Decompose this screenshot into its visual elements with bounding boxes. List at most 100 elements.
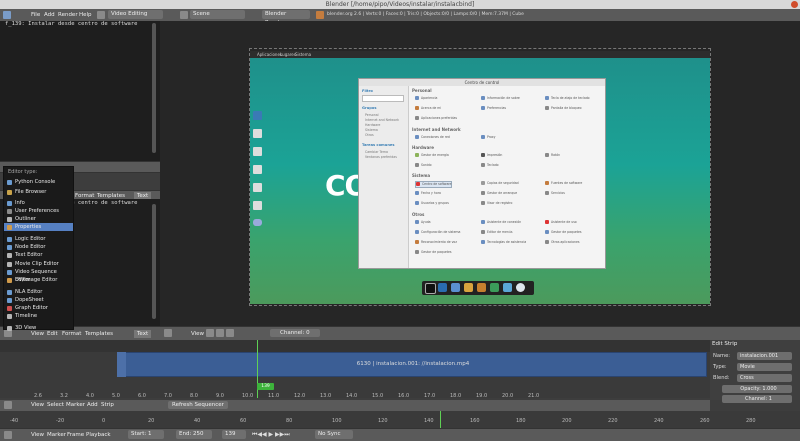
end-frame-field[interactable]: End: 250	[176, 430, 212, 439]
render-engine-select[interactable]: Blender Render	[262, 10, 310, 26]
screen-layout-icon[interactable]	[97, 11, 105, 19]
menu-templates[interactable]: Templates	[85, 330, 113, 338]
group-item[interactable]: Internet and Network	[365, 118, 399, 122]
cc-item[interactable]: Asistente de conexión	[481, 220, 521, 225]
group-item[interactable]: Hardware	[365, 123, 380, 127]
scene-field[interactable]: Scene	[190, 10, 245, 19]
cc-item[interactable]: Pantalla de bloqueo	[545, 106, 582, 111]
menu-add[interactable]: Add	[44, 11, 55, 19]
strip-name-field[interactable]: instalacion.001	[737, 352, 792, 360]
python-console-top[interactable]: f_139: Instalar desde centro de software	[0, 21, 160, 161]
editor-type-icon[interactable]	[164, 329, 172, 337]
cc-item[interactable]: Gestor de energía	[415, 153, 449, 158]
seq-menu-marker[interactable]: Marker	[66, 401, 85, 409]
cc-item[interactable]: Fuentes de software	[545, 181, 582, 186]
editor-type-item-python-console[interactable]: Python Console	[4, 178, 73, 186]
channel-field[interactable]: Channel: 0	[270, 329, 320, 337]
cc-item[interactable]: Reconocimiento de voz	[415, 240, 457, 245]
editor-type-item-graph-editor[interactable]: Graph Editor	[4, 304, 73, 312]
cc-item[interactable]: Ayuda	[415, 220, 431, 225]
cc-item[interactable]: Apariencia	[415, 96, 437, 101]
editor-type-item-outliner[interactable]: Outliner	[4, 215, 73, 223]
editor-type-item-video-sequence-editor[interactable]: Video Sequence Editor	[4, 268, 73, 283]
group-item[interactable]: Otros	[365, 133, 374, 137]
cc-item[interactable]: Impresión	[481, 153, 502, 158]
cc-item[interactable]: Gestor de paquetes	[415, 250, 452, 255]
cc-item[interactable]: Proxy	[481, 135, 495, 140]
cc-item[interactable]: Ratón	[545, 153, 560, 158]
channel-icon[interactable]	[226, 329, 234, 337]
cc-item[interactable]: Gestor de arranque	[481, 191, 517, 196]
scene-icon[interactable]	[180, 11, 188, 19]
start-frame-field[interactable]: Start: 1	[128, 430, 164, 439]
tl-menu-frame[interactable]: Frame	[67, 431, 84, 439]
editor-type-item-nla-editor[interactable]: NLA Editor	[4, 288, 73, 296]
cc-item[interactable]: Acerca de mi	[415, 106, 441, 111]
timeline-area[interactable]	[0, 411, 800, 428]
view-type-icon[interactable]	[206, 329, 214, 337]
editor-type-item-text-editor[interactable]: Text Editor	[4, 251, 73, 259]
close-window-button[interactable]	[791, 1, 798, 8]
tl-menu-view[interactable]: View	[31, 431, 44, 439]
cc-item-selected[interactable]: Centro de software	[415, 181, 453, 188]
menu-view[interactable]: View	[191, 330, 204, 338]
cc-item[interactable]: Tecnologías de asistencia	[481, 240, 526, 245]
editor-type-item-properties[interactable]: Properties	[4, 223, 73, 231]
group-item[interactable]: Sistema	[365, 128, 378, 132]
strip-type-field[interactable]: Movie	[737, 363, 792, 371]
editor-type-item-user-preferences[interactable]: User Preferences	[4, 207, 73, 215]
vertical-scrollbar[interactable]	[152, 204, 156, 319]
cc-item[interactable]: Visor de registro	[481, 201, 512, 206]
cc-item[interactable]: Conexiones de red	[415, 135, 450, 140]
task-item[interactable]: Cambiar Tema	[365, 150, 388, 154]
blend-select[interactable]: Cross	[737, 374, 792, 382]
channel-slider[interactable]: Channel: 1	[722, 395, 792, 403]
refresh-sequencer-button[interactable]: Refresh Sequencer	[168, 401, 228, 409]
cc-item[interactable]: Otras aplicaciones	[545, 240, 580, 245]
cc-item[interactable]: Sonido	[415, 163, 432, 168]
screen-layout-field[interactable]: Video Editing	[108, 10, 163, 19]
editor-type-item-dopesheet[interactable]: DopeSheet	[4, 296, 73, 304]
cc-item[interactable]: Información de sobre	[481, 96, 520, 101]
vertical-scrollbar[interactable]	[152, 23, 156, 153]
editor-type-item-uv-image-editor[interactable]: UV/Image Editor	[4, 276, 73, 284]
text-block-field[interactable]: Text	[134, 330, 152, 338]
sync-select[interactable]: No Sync	[315, 430, 353, 439]
editor-type-item-3d-view[interactable]: 3D View	[4, 324, 73, 332]
cc-item[interactable]: Tecla de atajo de teclado	[545, 96, 590, 101]
opacity-slider[interactable]: Opacity: 1.000	[722, 385, 792, 393]
editor-type-item-node-editor[interactable]: Node Editor	[4, 243, 73, 251]
cc-item[interactable]: Teclado	[481, 163, 499, 168]
seq-menu-add[interactable]: Add	[87, 401, 98, 409]
editor-type-item-file-browser[interactable]: File Browser	[4, 188, 73, 196]
timeline-playhead[interactable]	[440, 411, 441, 428]
cc-item[interactable]: Aplicaciones preferidas	[415, 116, 457, 121]
cc-item[interactable]: Editor de menús	[481, 230, 512, 235]
cc-item[interactable]: Configuración de sistema	[415, 230, 460, 235]
strip-handle[interactable]	[117, 352, 126, 377]
edit-strip-title[interactable]: Edit Strip	[712, 341, 737, 347]
editor-type-icon[interactable]	[4, 401, 12, 409]
cc-item[interactable]: Copias de seguridad	[481, 181, 519, 186]
editor-type-item-info[interactable]: Info	[4, 199, 73, 207]
cc-item[interactable]: Usuarios y grupos	[415, 201, 449, 206]
task-item[interactable]: Ventanas preferidas	[365, 155, 397, 159]
cc-item[interactable]: Gestor de paquetes	[545, 230, 582, 235]
editor-type-item-movie-clip-editor[interactable]: Movie Clip Editor	[4, 260, 73, 268]
seq-menu-strip[interactable]: Strip	[101, 401, 114, 409]
menu-file[interactable]: File	[31, 11, 40, 19]
editor-type-item-logic-editor[interactable]: Logic Editor	[4, 235, 73, 243]
menu-help[interactable]: Help	[79, 11, 92, 19]
cc-item[interactable]: Servicios	[545, 191, 565, 196]
editor-type-icon[interactable]	[3, 11, 11, 19]
seq-menu-select[interactable]: Select	[47, 401, 64, 409]
filter-input[interactable]	[362, 95, 404, 102]
menu-render[interactable]: Render	[58, 11, 78, 19]
tl-menu-playback[interactable]: Playback	[86, 431, 111, 439]
cc-item[interactable]: Asistente de uso	[545, 220, 577, 225]
editor-type-item-timeline[interactable]: Timeline	[4, 312, 73, 320]
display-mode-icon[interactable]	[216, 329, 224, 337]
movie-strip[interactable]: 6130 | instalacion.001: //instalacion.mp…	[117, 352, 707, 377]
editor-type-icon[interactable]	[4, 431, 12, 439]
seq-menu-view[interactable]: View	[31, 401, 44, 409]
